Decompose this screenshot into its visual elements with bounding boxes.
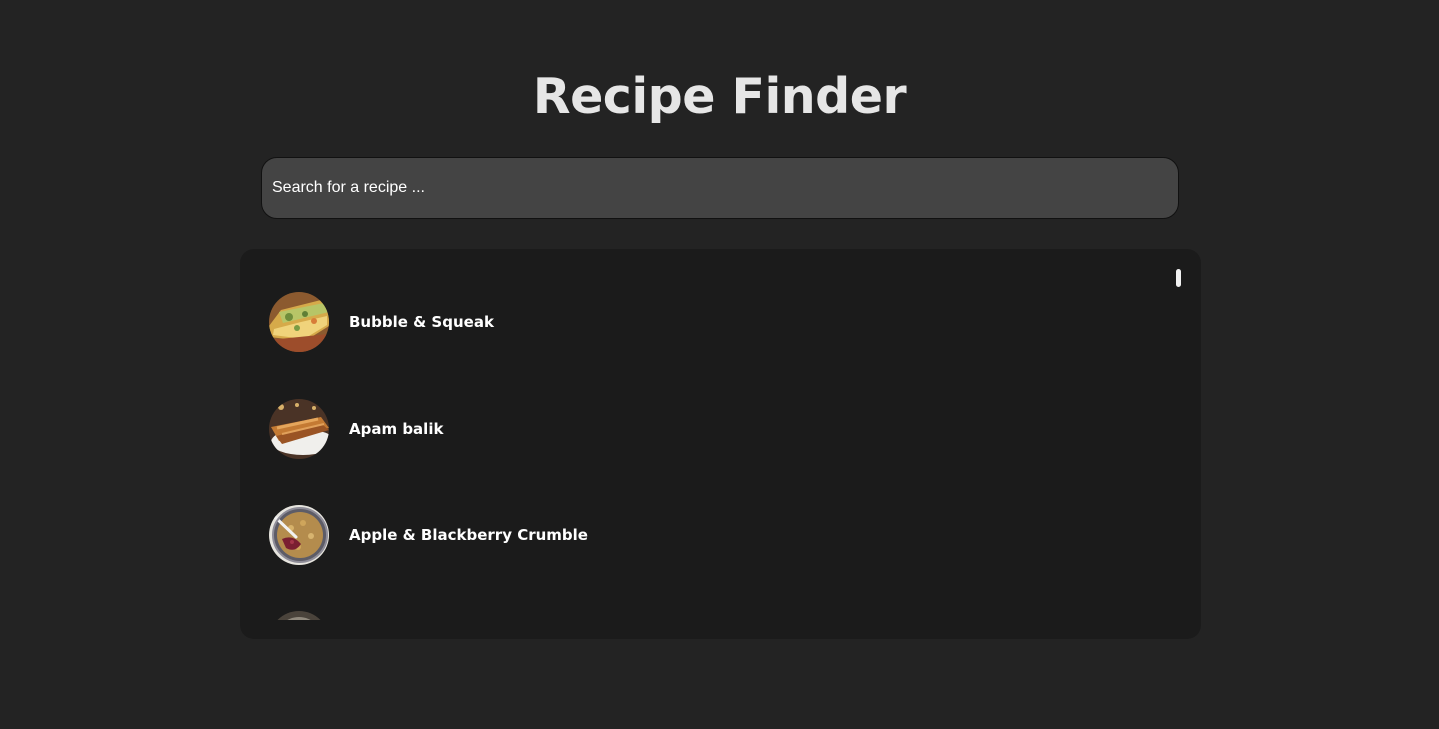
recipe-search-input[interactable] xyxy=(261,157,1179,219)
partially-visible-recipe-photo xyxy=(269,611,329,620)
recipe-name: Bubble & Squeak xyxy=(349,313,494,331)
recipe-name: Apple & Blackberry Crumble xyxy=(349,526,588,544)
bubble-squeak-photo xyxy=(269,292,329,352)
apam-balik-photo xyxy=(269,399,329,459)
recipe-item-bubble-squeak[interactable]: Bubble & Squeak xyxy=(269,292,1149,352)
recipe-results-list[interactable]: Bubble & Squeak Apam balik Apple & Black… xyxy=(240,249,1201,639)
recipe-item-apple-blackberry-crumble[interactable]: Apple & Blackberry Crumble xyxy=(269,505,1149,565)
recipe-name: Apam balik xyxy=(349,420,444,438)
recipe-thumbnail-apam-balik xyxy=(269,399,329,459)
recipe-list-viewport: Bubble & Squeak Apam balik Apple & Black… xyxy=(269,292,1149,620)
scrollbar-thumb[interactable] xyxy=(1176,269,1181,287)
page-title: Recipe Finder xyxy=(532,68,907,125)
recipe-thumbnail-bubble-squeak xyxy=(269,292,329,352)
recipe-thumbnail-apple-blackberry-crumble xyxy=(269,505,329,565)
recipe-item-apam-balik[interactable]: Apam balik xyxy=(269,399,1149,459)
recipe-finder-page: Recipe Finder Search for a recipe ... Bu… xyxy=(0,0,1439,729)
apple-blackberry-crumble-photo xyxy=(269,505,329,565)
recipe-item-partially-visible[interactable] xyxy=(269,611,1149,620)
recipe-thumbnail-partially-visible xyxy=(269,611,329,620)
